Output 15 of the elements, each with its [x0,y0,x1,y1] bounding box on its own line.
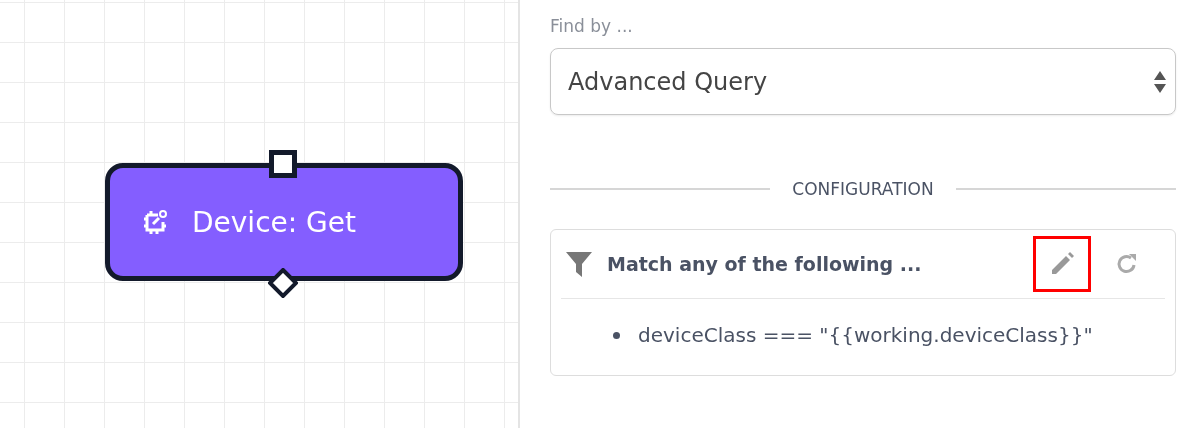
section-title: CONFIGURATION [792,179,934,199]
refresh-icon [1115,252,1139,276]
bullet-icon [613,331,620,339]
find-by-select[interactable]: Advanced Query [550,48,1176,115]
input-port[interactable] [269,150,297,178]
field-label: Find by ... [550,16,634,36]
pencil-icon [1049,251,1075,277]
filter-title: Match any of the following ... [607,253,923,275]
node-title: Device: Get [192,205,356,239]
select-arrows-icon [1153,69,1167,94]
edit-button[interactable] [1033,236,1091,292]
filter-condition: deviceClass === "{{working.deviceClass}}" [638,322,1093,349]
flow-node[interactable]: Device: Get [105,163,463,281]
filter-icon [565,250,593,278]
output-port[interactable] [268,268,298,298]
